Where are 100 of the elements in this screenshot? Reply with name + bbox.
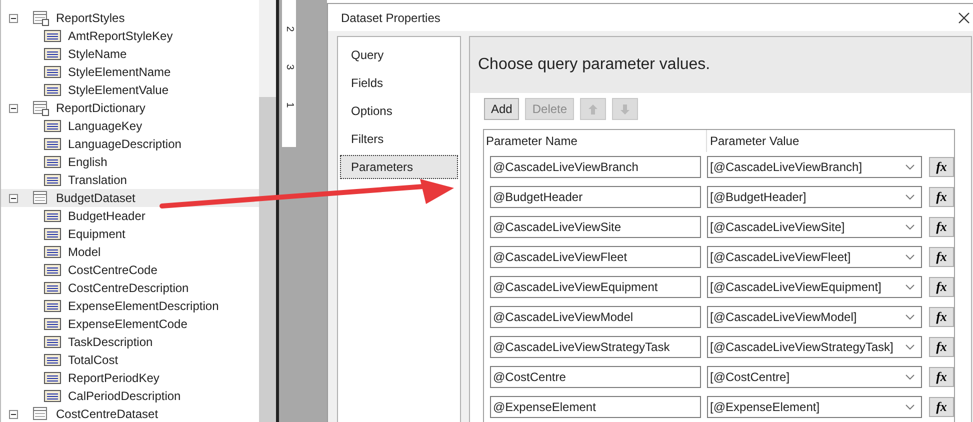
expression-button[interactable]: fx [929,277,954,297]
field-icon [44,47,62,61]
expression-button[interactable]: fx [929,337,954,357]
chevron-down-icon [905,224,915,230]
scrollbar[interactable] [259,0,276,422]
parameter-name-field[interactable]: @CascadeLiveViewEquipment [490,276,701,298]
shared-table-icon [32,10,50,26]
chevron-down-icon [905,404,915,410]
parameter-name-field[interactable]: @CascadeLiveViewBranch [490,156,701,178]
tree-item[interactable]: TaskDescription [1,333,259,351]
field-icon [44,209,62,223]
tree-item[interactable]: TotalCost [1,351,259,369]
parameter-name-field[interactable]: @CascadeLiveViewFleet [490,246,701,268]
table-icon [32,190,50,206]
tree-item[interactable]: LanguageDescription [1,135,259,153]
tree-item[interactable]: ReportPeriodKey [1,369,259,387]
dialog-title: Dataset Properties [341,10,440,24]
tree-item[interactable]: LanguageKey [1,117,259,135]
ruler-number: 2 [284,26,294,32]
chevron-down-icon [905,374,915,380]
tree-item[interactable]: Model [1,243,259,261]
expression-button[interactable]: fx [929,397,954,417]
field-icon [44,335,62,349]
tree-item[interactable]: CostCentreDescription [1,279,259,297]
tree-item[interactable]: Translation [1,171,259,189]
toolbar-button[interactable]: Add [484,98,520,120]
parameter-name-field[interactable]: @ExpenseElement [490,396,701,418]
arrow-icon [588,104,598,114]
expression-button[interactable]: fx [929,157,954,177]
parameter-value-dropdown[interactable]: [@CascadeLiveViewEquipment] [707,276,922,298]
field-icon [44,173,62,187]
field-icon [44,65,62,79]
collapse-icon[interactable] [9,104,18,112]
collapse-icon[interactable] [9,410,18,418]
shared-table-icon [32,100,50,116]
tree-item[interactable]: StyleElementValue [1,81,259,99]
chevron-down-icon [905,314,915,320]
field-icon [44,119,62,133]
tree-item[interactable]: CostCentreDataset [1,405,259,422]
nav-item[interactable]: Options [340,99,458,123]
nav-item[interactable]: Query [340,43,458,67]
field-icon [44,83,62,97]
field-icon [44,227,62,241]
tree-item[interactable]: ReportDictionary [1,99,259,117]
nav-item[interactable]: Filters [340,127,458,151]
tree-item[interactable]: ExpenseElementCode [1,315,259,333]
field-icon [44,389,62,403]
parameter-value-dropdown[interactable]: [@CascadeLiveViewModel] [707,306,922,328]
parameter-value-dropdown[interactable]: [@CascadeLiveViewStrategyTask] [707,336,922,358]
parameter-value-dropdown[interactable]: [@CascadeLiveViewFleet] [707,246,922,268]
arrow-icon [620,104,630,114]
parameter-name-field[interactable]: @CascadeLiveViewStrategyTask [490,336,701,358]
tree-item[interactable]: ExpenseElementDescription [1,297,259,315]
tree-item[interactable]: AmtReportStyleKey [1,27,259,45]
expression-button[interactable]: fx [929,367,954,387]
tree-item[interactable]: StyleElementName [1,63,259,81]
tree-item[interactable]: ReportStyles [1,9,259,27]
tree-item[interactable]: CostCentreCode [1,261,259,279]
parameter-name-field[interactable]: @CascadeLiveViewSite [490,216,701,238]
tree-item[interactable]: English [1,153,259,171]
chevron-down-icon [905,164,915,170]
expression-button[interactable]: fx [929,307,954,327]
tree-item[interactable]: BudgetDataset [1,189,259,207]
field-icon [44,353,62,367]
chevron-down-icon [905,284,915,290]
parameter-name-field[interactable]: @CostCentre [490,366,701,388]
column-header: Parameter Value [709,134,800,148]
field-icon [44,371,62,385]
nav-item[interactable]: Fields [340,71,458,95]
nav-item[interactable]: Parameters [340,155,458,179]
field-icon [44,281,62,295]
expression-button[interactable]: fx [929,187,954,207]
scrollbar-thumb[interactable] [259,97,276,422]
parameter-value-dropdown[interactable]: [@CostCentre] [707,366,922,388]
expression-button[interactable]: fx [929,217,954,237]
parameter-value-dropdown[interactable]: [@CascadeLiveViewBranch] [707,156,922,178]
parameter-value-dropdown[interactable]: [@CascadeLiveViewSite] [707,216,922,238]
tree-item[interactable]: StyleName [1,45,259,63]
chevron-down-icon [905,254,915,260]
field-icon [44,29,62,43]
parameter-name-field[interactable]: @CascadeLiveViewModel [490,306,701,328]
field-icon [44,263,62,277]
field-icon [44,317,62,331]
heading: Choose query parameter values. [478,56,710,74]
tree-item[interactable]: BudgetHeader [1,207,259,225]
close-icon[interactable] [958,12,970,24]
tree-item[interactable]: CalPeriodDescription [1,387,259,405]
field-icon [44,245,62,259]
chevron-down-icon [905,344,915,350]
tree-item[interactable]: Equipment [1,225,259,243]
expression-button[interactable]: fx [929,247,954,267]
field-icon [44,299,62,313]
collapse-icon[interactable] [9,14,18,22]
column-header: Parameter Name [484,130,707,152]
collapse-icon[interactable] [9,194,18,202]
parameter-value-dropdown[interactable]: [@ExpenseElement] [707,396,922,418]
chevron-down-icon [905,194,915,200]
ruler-number: 1 [284,102,294,108]
parameter-name-field[interactable]: @BudgetHeader [490,186,701,208]
parameter-value-dropdown[interactable]: [@BudgetHeader] [707,186,922,208]
